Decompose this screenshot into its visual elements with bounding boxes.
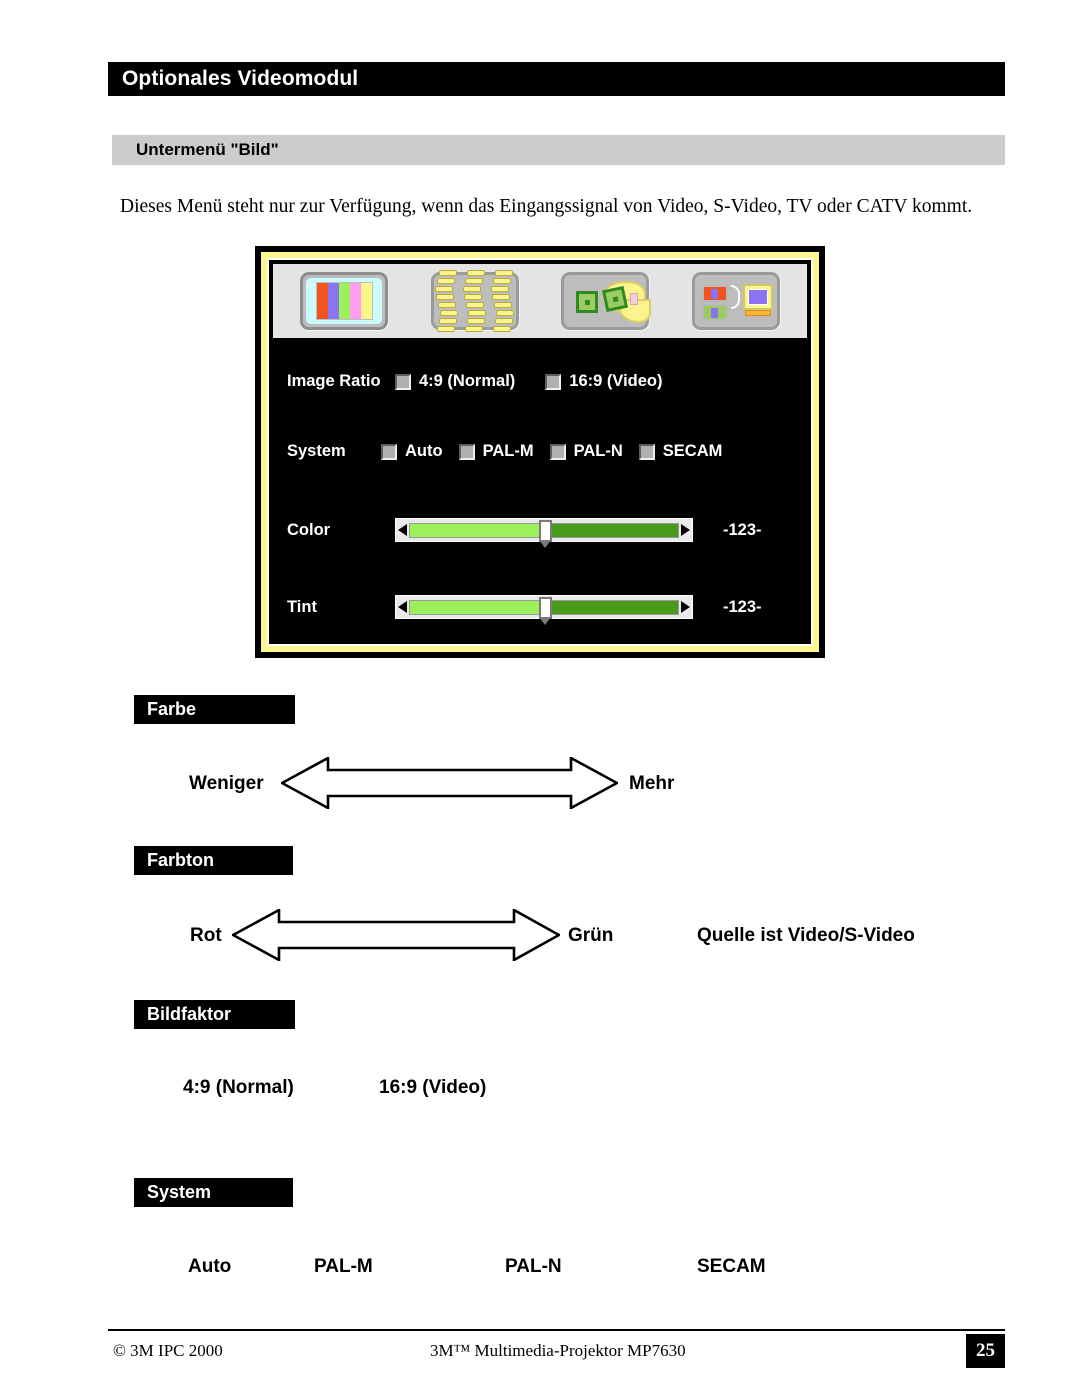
system-option-secam-label: SECAM [662,442,723,460]
farbton-double-arrow [230,907,562,966]
image-ratio-option-4-9[interactable]: 4:9 (Normal) [395,372,515,391]
checkbox-pal-m[interactable] [458,443,475,460]
wavy-lines-icon-glyph [434,270,516,332]
subsection-heading: Untermenü "Bild" [112,135,1005,165]
bildfaktor-option-16-9: 16:9 (Video) [379,1077,487,1098]
footer-copyright: © 3M IPC 2000 [113,1341,223,1360]
system-option-secam[interactable]: SECAM [638,442,723,461]
system-section-option-secam: SECAM [697,1256,766,1277]
tint-slider-thumb[interactable] [539,597,552,625]
color-slider-right-arrow[interactable] [681,524,690,536]
osd-inner-panel: Image Ratio 4:9 (Normal) 16:9 (Video) Sy… [269,260,811,644]
checkbox-pal-n[interactable] [549,443,566,460]
osd-icon-bar [273,264,807,338]
farbton-right-label: Grün [568,925,614,946]
system-option-auto-label: Auto [405,442,443,460]
osd-row-color: Color -123- [273,518,807,548]
wavy-lines-icon[interactable] [430,270,519,332]
color-bars-icon-screen [306,278,383,324]
color-slider-thumb[interactable] [539,520,552,548]
osd-white-border: Image Ratio 4:9 (Normal) 16:9 (Video) Sy… [267,258,813,646]
checkbox-16-9[interactable] [545,373,562,390]
tint-slider-right-arrow[interactable] [681,601,690,613]
footer-rule [108,1329,1005,1331]
osd-menu-rows: Image Ratio 4:9 (Normal) 16:9 (Video) Sy… [273,338,807,625]
bildfaktor-option-4-9: 4:9 (Normal) [183,1077,294,1098]
image-ratio-option-16-9-label: 16:9 (Video) [569,372,663,390]
section-heading-farbton: Farbton [134,846,293,875]
color-bars-icon-stripes [315,282,373,320]
farbton-note: Quelle ist Video/S-Video [697,925,915,946]
color-slider[interactable] [395,518,693,548]
system-section-option-auto: Auto [188,1256,232,1277]
tint-label: Tint [287,597,317,616]
hand-squares-icon-glyph [564,275,652,327]
image-ratio-label: Image Ratio [287,372,381,390]
tint-slider[interactable] [395,595,693,625]
image-ratio-option-4-9-label: 4:9 (Normal) [419,372,516,390]
system-option-auto[interactable]: Auto [381,442,443,461]
color-bars-icon[interactable] [300,272,389,330]
source-monitor-icon[interactable] [691,272,780,330]
section-heading-system: System [134,1178,293,1207]
intro-paragraph: Dieses Menü steht nur zur Verfügung, wen… [120,196,973,217]
checkbox-secam[interactable] [638,443,655,460]
system-section-option-pal-m: PAL-M [314,1256,373,1277]
tint-value: -123- [723,597,762,616]
system-section-option-pal-n: PAL-N [505,1256,562,1277]
color-label: Color [287,520,331,539]
system-option-pal-m[interactable]: PAL-M [458,442,534,461]
image-ratio-option-16-9[interactable]: 16:9 (Video) [545,372,663,391]
osd-row-tint: Tint -123- [273,595,807,625]
osd-row-system: System Auto PAL-M PAL-N SECAM [273,442,807,461]
color-value: -123- [723,520,762,539]
source-monitor-icon-glyph [695,275,777,327]
page-number: 25 [966,1334,1005,1368]
osd-menu-screenshot: Image Ratio 4:9 (Normal) 16:9 (Video) Sy… [255,246,825,658]
farbton-left-label: Rot [190,925,222,946]
section-heading-bildfaktor: Bildfaktor [134,1000,295,1029]
checkbox-auto[interactable] [381,443,397,460]
footer-center-text: 3M™ Multimedia-Projektor MP7630 [430,1341,686,1360]
system-option-pal-n-label: PAL-N [573,442,623,460]
farbe-right-label: Mehr [629,773,675,794]
page-title: Optionales Videomodul [108,62,1005,96]
checkbox-4-9[interactable] [395,373,411,390]
system-label: System [287,442,346,460]
system-option-pal-n[interactable]: PAL-N [549,442,623,461]
farbe-left-label: Weniger [189,773,264,794]
section-heading-farbe: Farbe [134,695,295,724]
osd-yellow-border: Image Ratio 4:9 (Normal) 16:9 (Video) Sy… [261,252,819,652]
osd-row-image-ratio: Image Ratio 4:9 (Normal) 16:9 (Video) [273,372,807,391]
hand-squares-icon[interactable] [561,272,652,330]
farbe-double-arrow [279,755,620,814]
system-option-pal-m-label: PAL-M [482,442,534,460]
tint-slider-left-arrow[interactable] [398,601,407,613]
color-slider-left-arrow[interactable] [398,524,407,536]
